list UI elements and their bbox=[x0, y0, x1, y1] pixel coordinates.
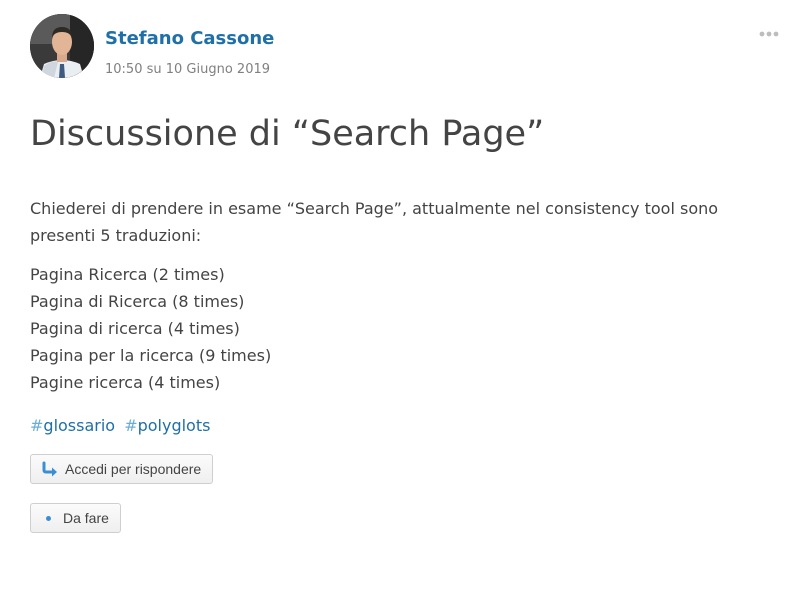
reply-arrow-icon bbox=[41, 461, 59, 477]
post: Stefano Cassone 10:50 su 10 Giugno 2019 … bbox=[30, 14, 780, 533]
translation-item: Pagine ricerca (4 times) bbox=[30, 373, 221, 392]
translation-item: Pagina per la ricerca (9 times) bbox=[30, 346, 272, 365]
tag-link-glossario[interactable]: #glossario bbox=[30, 416, 115, 435]
avatar-photo bbox=[30, 14, 94, 78]
post-intro: Chiederei di prendere in esame “Search P… bbox=[30, 199, 719, 245]
reply-button-label: Accedi per rispondere bbox=[65, 461, 202, 477]
tag-link-polyglots[interactable]: #polyglots bbox=[124, 416, 210, 435]
translations-list: Pagina Ricerca (2 times) Pagina di Ricer… bbox=[30, 261, 780, 396]
todo-status-label: Da fare bbox=[63, 510, 109, 526]
more-options-icon[interactable] bbox=[758, 26, 780, 40]
tag-hash: # bbox=[124, 416, 138, 435]
author-name-link[interactable]: Stefano Cassone bbox=[105, 28, 274, 49]
post-body: Chiederei di prendere in esame “Search P… bbox=[30, 195, 780, 396]
translation-item: Pagina Ricerca (2 times) bbox=[30, 265, 225, 284]
avatar[interactable] bbox=[30, 14, 94, 78]
tags-row: #glossario #polyglots bbox=[30, 416, 780, 435]
translation-item: Pagina di ricerca (4 times) bbox=[30, 319, 240, 338]
tag-label: glossario bbox=[43, 416, 116, 435]
post-header: Stefano Cassone 10:50 su 10 Giugno 2019 bbox=[30, 14, 780, 80]
post-title: Discussione di “Search Page” bbox=[30, 114, 545, 154]
reply-button[interactable]: Accedi per rispondere bbox=[30, 454, 214, 484]
todo-status-button[interactable]: Da fare bbox=[30, 503, 121, 533]
translation-item: Pagina di Ricerca (8 times) bbox=[30, 292, 245, 311]
tag-label: polyglots bbox=[137, 416, 211, 435]
reply-button-wrap: Accedi per rispondere bbox=[30, 454, 780, 484]
post-timestamp: 10:50 su 10 Giugno 2019 bbox=[105, 62, 271, 77]
dot-icon bbox=[46, 515, 51, 521]
todo-button-wrap: Da fare bbox=[30, 503, 780, 533]
tag-hash: # bbox=[30, 416, 44, 435]
